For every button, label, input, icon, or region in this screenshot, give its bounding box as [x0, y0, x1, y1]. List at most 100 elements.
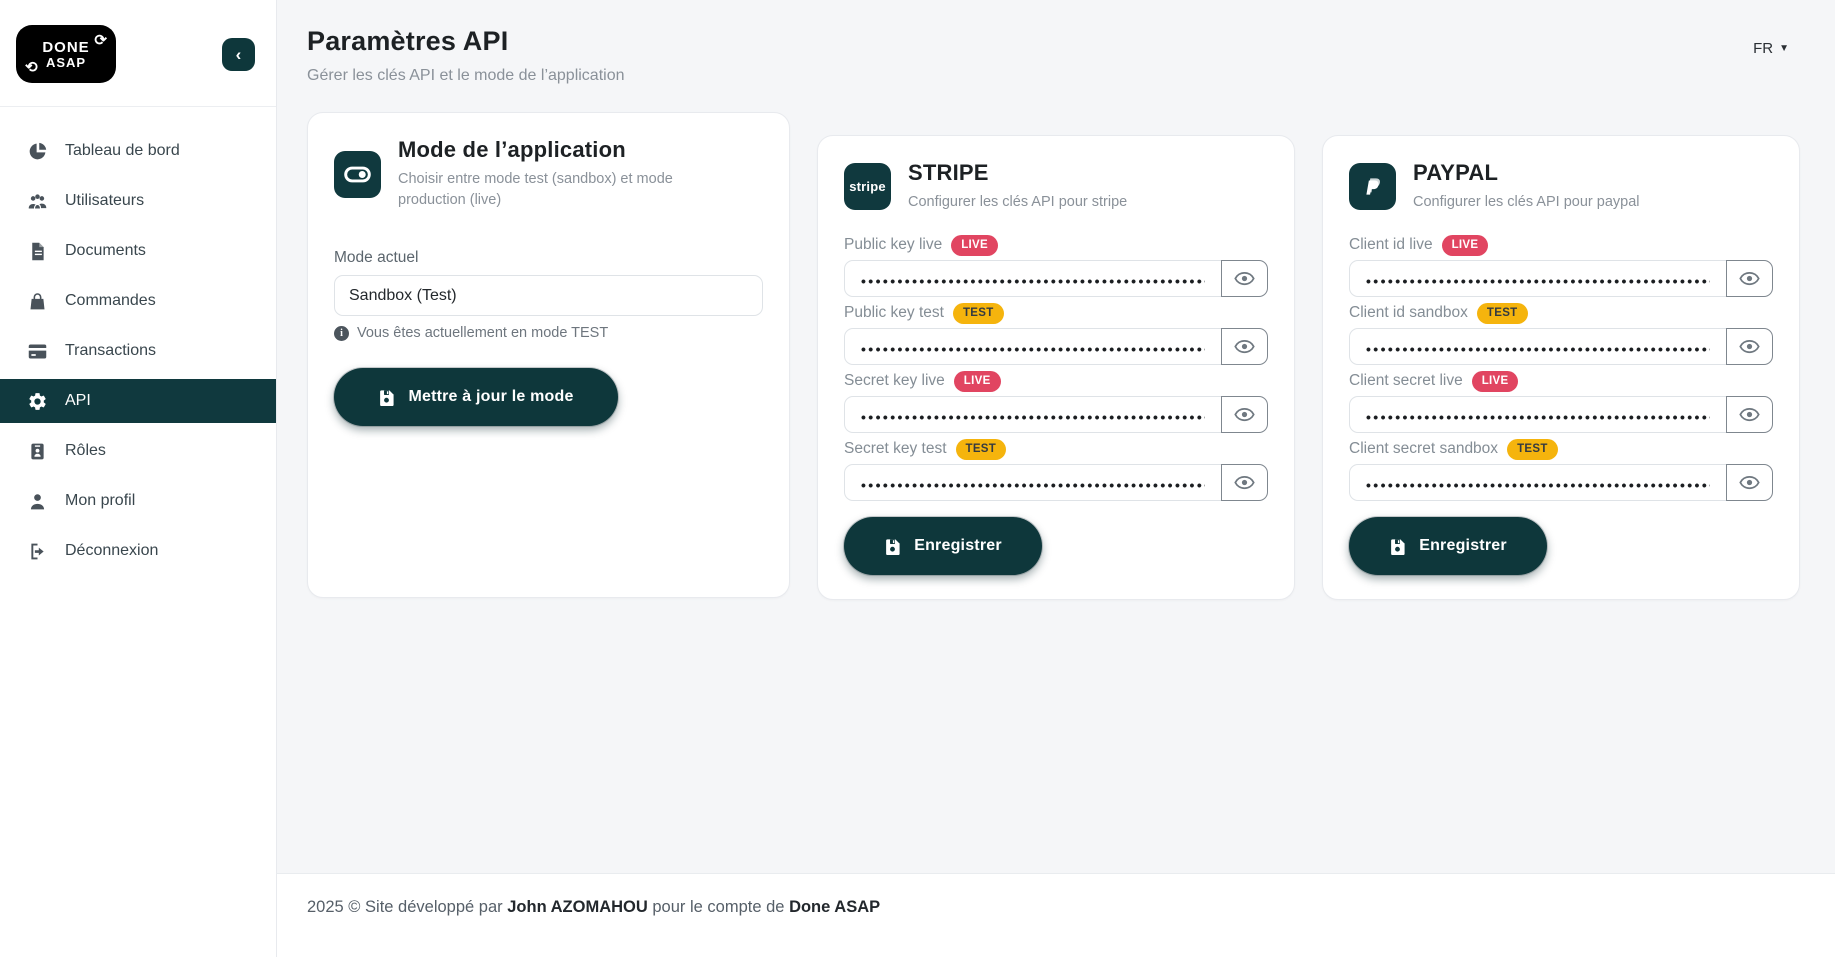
person-icon	[27, 491, 48, 512]
sidebar-nav: Tableau de bord Utilisateurs Documents C…	[0, 107, 276, 579]
paypal-client-id-live-input[interactable]	[1349, 260, 1727, 297]
stripe-secret-key-live-eye-button[interactable]	[1221, 396, 1268, 433]
sidebar-item-label: Mon profil	[65, 492, 135, 510]
paypal-client-id-sandbox-group: Client id sandbox TEST	[1349, 303, 1773, 365]
paypal-client-secret-live-group: Client secret live LIVE	[1349, 371, 1773, 433]
stripe-public-key-test-input[interactable]	[844, 328, 1222, 365]
sidebar-item-label: API	[65, 392, 91, 410]
paypal-card: PAYPAL Configurer les clés API pour payp…	[1322, 135, 1800, 600]
users-icon	[27, 191, 48, 212]
info-icon: i	[334, 326, 349, 341]
eye-icon	[1234, 336, 1255, 357]
mode-card-body: Mode actuel Sandbox (Test) i Vous êtes a…	[334, 249, 763, 426]
stripe-card-title: STRIPE	[908, 160, 1127, 186]
field-label-text: Client secret live	[1349, 372, 1463, 390]
stripe-secret-key-test-input[interactable]	[844, 464, 1222, 501]
field-label-text: Public key test	[844, 304, 944, 322]
update-mode-button-label: Mettre à jour le mode	[408, 388, 573, 406]
sidebar-item-tableau-de-bord[interactable]: Tableau de bord	[0, 129, 276, 173]
test-badge: TEST	[1507, 439, 1558, 460]
sidebar: ⟳ DONE ASAP ⟲ ‹ Tableau de bord Utilisat…	[0, 0, 277, 957]
sidebar-item-roles[interactable]: Rôles	[0, 429, 276, 473]
gear-icon	[27, 391, 48, 412]
stripe-public-key-live-input[interactable]	[844, 260, 1222, 297]
stripe-secret-key-test-eye-button[interactable]	[1221, 464, 1268, 501]
stripe-logo-icon: stripe	[844, 163, 891, 210]
sidebar-collapse-button[interactable]: ‹	[222, 38, 255, 71]
stripe-public-key-live-eye-button[interactable]	[1221, 260, 1268, 297]
stripe-save-button[interactable]: Enregistrer	[844, 517, 1042, 575]
sidebar-item-api[interactable]: API	[0, 379, 276, 423]
mode-helper-text: Vous êtes actuellement en mode TEST	[357, 325, 608, 341]
footer-author-link[interactable]: John AZOMAHOU	[507, 898, 648, 916]
logo-text-line2: ASAP	[46, 56, 86, 69]
footer-company-link[interactable]: Done ASAP	[789, 898, 880, 916]
paypal-card-header: PAYPAL Configurer les clés API pour payp…	[1349, 160, 1773, 213]
sidebar-item-utilisateurs[interactable]: Utilisateurs	[0, 179, 276, 223]
save-icon	[378, 389, 395, 406]
caret-down-icon: ▼	[1779, 43, 1789, 54]
sidebar-item-deconnexion[interactable]: Déconnexion	[0, 529, 276, 573]
field-label-text: Secret key live	[844, 372, 945, 390]
paypal-card-subtitle: Configurer les clés API pour paypal	[1413, 192, 1640, 213]
eye-icon	[1234, 404, 1255, 425]
save-icon	[884, 538, 901, 555]
sidebar-item-label: Tableau de bord	[65, 142, 180, 160]
page-title: Paramètres API	[307, 26, 625, 57]
eye-icon	[1234, 472, 1255, 493]
paypal-client-secret-sandbox-eye-button[interactable]	[1726, 464, 1773, 501]
mode-select-value: Sandbox (Test)	[349, 287, 457, 305]
stripe-card-header-text: STRIPE Configurer les clés API pour stri…	[908, 160, 1127, 213]
stripe-public-key-test-eye-button[interactable]	[1221, 328, 1268, 365]
live-badge: LIVE	[954, 371, 1001, 392]
stripe-public-key-live-group: Public key live LIVE	[844, 235, 1268, 297]
paypal-client-secret-sandbox-input[interactable]	[1349, 464, 1727, 501]
paypal-client-secret-live-input[interactable]	[1349, 396, 1727, 433]
test-badge: TEST	[956, 439, 1007, 460]
mode-select[interactable]: Sandbox (Test)	[334, 275, 763, 316]
paypal-client-secret-live-eye-button[interactable]	[1726, 396, 1773, 433]
mode-card-header: Mode de l’application Choisir entre mode…	[334, 137, 763, 211]
test-badge: TEST	[953, 303, 1004, 324]
paypal-client-id-sandbox-eye-button[interactable]	[1726, 328, 1773, 365]
sidebar-item-label: Documents	[65, 242, 146, 260]
page-footer: 2025 © Site développé par John AZOMAHOU …	[277, 873, 1835, 957]
mode-field-label: Mode actuel	[334, 249, 763, 267]
paypal-client-id-live-eye-button[interactable]	[1726, 260, 1773, 297]
stripe-secret-key-live-input[interactable]	[844, 396, 1222, 433]
app-logo: ⟳ DONE ASAP ⟲	[16, 25, 116, 83]
sidebar-item-label: Transactions	[65, 342, 156, 360]
stripe-save-button-label: Enregistrer	[914, 537, 1002, 555]
paypal-client-secret-sandbox-group: Client secret sandbox TEST	[1349, 439, 1773, 501]
paypal-card-header-text: PAYPAL Configurer les clés API pour payp…	[1413, 160, 1640, 213]
credit-card-icon	[27, 341, 48, 362]
paypal-save-button[interactable]: Enregistrer	[1349, 517, 1547, 575]
mode-helper: i Vous êtes actuellement en mode TEST	[334, 325, 763, 341]
logo-text-line1: DONE	[42, 40, 89, 55]
paypal-client-id-sandbox-input[interactable]	[1349, 328, 1727, 365]
test-badge: TEST	[1477, 303, 1528, 324]
stripe-fields: Public key live LIVE Public key test	[844, 235, 1268, 501]
field-label-text: Client secret sandbox	[1349, 440, 1498, 458]
sidebar-item-label: Utilisateurs	[65, 192, 144, 210]
field-label-text: Secret key test	[844, 440, 947, 458]
sidebar-item-transactions[interactable]: Transactions	[0, 329, 276, 373]
update-mode-button[interactable]: Mettre à jour le mode	[334, 368, 618, 426]
eye-icon	[1739, 404, 1760, 425]
paypal-save-button-label: Enregistrer	[1419, 537, 1507, 555]
live-badge: LIVE	[951, 235, 998, 256]
stripe-secret-key-live-group: Secret key live LIVE	[844, 371, 1268, 433]
mode-card-header-text: Mode de l’application Choisir entre mode…	[398, 137, 743, 211]
paypal-client-id-live-group: Client id live LIVE	[1349, 235, 1773, 297]
sidebar-item-documents[interactable]: Documents	[0, 229, 276, 273]
sidebar-item-commandes[interactable]: Commandes	[0, 279, 276, 323]
sidebar-item-mon-profil[interactable]: Mon profil	[0, 479, 276, 523]
language-selector[interactable]: FR ▼	[1753, 40, 1789, 57]
mode-card-subtitle: Choisir entre mode test (sandbox) et mod…	[398, 169, 743, 211]
sidebar-item-label: Déconnexion	[65, 542, 158, 560]
language-label: FR	[1753, 40, 1773, 57]
page-content: Paramètres API Gérer les clés API et le …	[277, 0, 1835, 873]
live-badge: LIVE	[1472, 371, 1519, 392]
paypal-card-title: PAYPAL	[1413, 160, 1640, 186]
paypal-fields: Client id live LIVE Client id sandbo	[1349, 235, 1773, 501]
